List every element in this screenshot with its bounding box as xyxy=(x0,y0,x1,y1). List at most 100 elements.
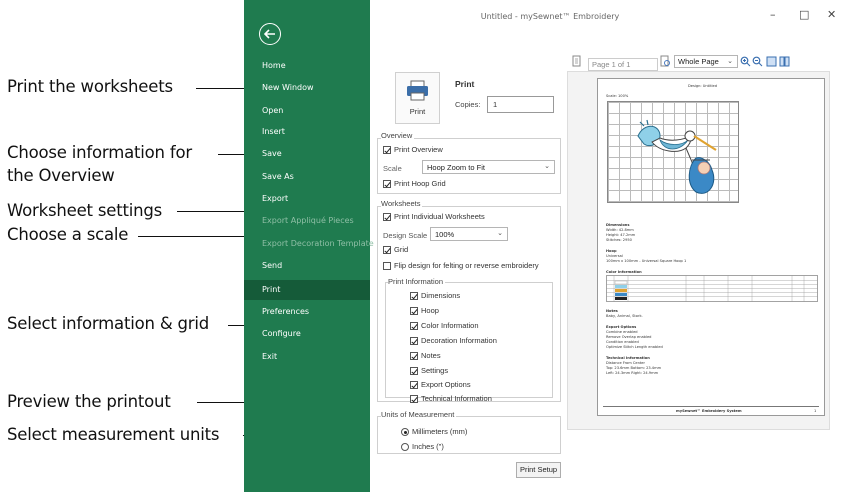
dimensions-checkbox[interactable] xyxy=(410,292,418,300)
callout-overview-info-1: Choose information for xyxy=(7,143,192,162)
technical-information-checkbox[interactable] xyxy=(410,395,418,403)
preview-notes: Baby, Animal, Stork. xyxy=(606,314,643,318)
callout-select-info-grid: Select information & grid xyxy=(7,314,210,333)
print-individual-worksheets-label: Print Individual Worksheets xyxy=(394,212,485,221)
print-hoop-grid-label: Print Hoop Grid xyxy=(394,179,446,188)
preview-hoop-type: Universal xyxy=(606,254,623,258)
callout-choose-scale: Choose a scale xyxy=(7,225,129,244)
print-hoop-grid-checkbox[interactable] xyxy=(383,180,391,188)
preview-export-heading: Export Options xyxy=(606,325,637,329)
one-page-icon[interactable] xyxy=(766,56,777,67)
preview-tech-line: Distance From Center xyxy=(606,361,645,365)
zoom-value: Whole Page xyxy=(678,57,719,66)
page-number-field[interactable]: Page 1 of 1 xyxy=(588,58,658,71)
stork-design-image xyxy=(637,119,717,194)
inches-label: Inches (") xyxy=(412,442,444,451)
menu-item-export-decoration: Export Decoration Template xyxy=(262,239,374,248)
print-individual-worksheets-checkbox[interactable] xyxy=(383,213,391,221)
preview-footer: mySewnet™ Embroidery System xyxy=(676,409,742,413)
copies-label: Copies: xyxy=(455,100,481,109)
chevron-down-icon: ⌄ xyxy=(727,58,733,65)
chevron-down-icon: ⌄ xyxy=(544,163,550,170)
preview-height: Height: 47.2mm xyxy=(606,233,636,237)
overview-scale-value: Hoop Zoom to Fit xyxy=(427,163,485,172)
callout-print-worksheets: Print the worksheets xyxy=(7,77,173,96)
overview-scale-select[interactable]: Hoop Zoom to Fit ⌄ xyxy=(422,160,555,174)
preview-tech-heading: Technical Information xyxy=(606,356,650,360)
chevron-down-icon: ⌄ xyxy=(497,230,503,237)
print-overview-checkbox[interactable] xyxy=(383,146,391,154)
preview-export-line: Remove Overlap enabled xyxy=(606,335,652,339)
maximize-button[interactable]: □ xyxy=(799,8,809,21)
flip-design-label: Flip design for felting or reverse embro… xyxy=(394,261,539,270)
back-button[interactable] xyxy=(259,23,281,45)
color-information-checkbox[interactable] xyxy=(410,322,418,330)
close-button[interactable]: ✕ xyxy=(827,8,836,21)
callout-select-units: Select measurement units xyxy=(7,425,220,444)
two-pages-icon[interactable] xyxy=(779,56,790,67)
print-preview-icon[interactable] xyxy=(659,55,671,67)
decoration-information-checkbox[interactable] xyxy=(410,337,418,345)
preview-color-heading: Color Information xyxy=(606,270,642,274)
decoration-information-label: Decoration Information xyxy=(421,336,497,345)
menu-item-open[interactable]: Open xyxy=(262,106,283,115)
print-heading: Print xyxy=(455,79,475,89)
print-button-label: Print xyxy=(409,107,426,116)
preview-tech-line: Left: 24.3mm Right: 24.9mm xyxy=(606,371,659,375)
color-information-label: Color Information xyxy=(421,321,479,330)
zoom-select[interactable]: Whole Page ⌄ xyxy=(674,55,738,68)
hoop-checkbox[interactable] xyxy=(410,307,418,315)
notes-label: Notes xyxy=(421,351,441,360)
design-scale-value: 100% xyxy=(435,230,455,239)
preview-page-number: 1 xyxy=(814,409,817,413)
overview-group-title: Overview xyxy=(381,131,415,140)
callout-overview-info-2: the Overview xyxy=(7,166,115,185)
back-arrow-icon xyxy=(263,29,275,39)
millimeters-label: Millimeters (mm) xyxy=(412,427,468,436)
callout-preview-printout: Preview the printout xyxy=(7,392,171,411)
design-scale-label: Design Scale xyxy=(383,231,428,240)
menu-item-insert[interactable]: Insert xyxy=(262,127,285,136)
menu-item-save[interactable]: Save xyxy=(262,149,282,158)
worksheets-group-title: Worksheets xyxy=(381,199,423,208)
export-options-checkbox[interactable] xyxy=(410,381,418,389)
minimize-button[interactable]: – xyxy=(770,8,776,21)
preview-export-line: Combine enabled xyxy=(606,330,638,334)
menu-item-save-as[interactable]: Save As xyxy=(262,172,294,181)
scale-label: Scale xyxy=(383,164,402,173)
grid-checkbox[interactable] xyxy=(383,246,391,254)
preview-notes-heading: Notes xyxy=(606,309,618,313)
preview-export-line: Condition enabled xyxy=(606,340,639,344)
menu-item-send[interactable]: Send xyxy=(262,261,282,270)
menu-item-home[interactable]: Home xyxy=(262,61,286,70)
menu-item-print[interactable]: Print xyxy=(262,285,280,294)
preview-dimensions-heading: Dimensions xyxy=(606,223,630,227)
preview-export-line: Optimize Stitch Length enabled xyxy=(606,345,663,349)
menu-item-new-window[interactable]: New Window xyxy=(262,83,314,92)
print-setup-button[interactable]: Print Setup xyxy=(516,462,561,478)
print-information-title: Print Information xyxy=(388,277,446,286)
menu-item-export[interactable]: Export xyxy=(262,194,288,203)
copies-input[interactable]: 1 xyxy=(487,96,554,113)
preview-footer-rule xyxy=(603,406,819,407)
technical-information-label: Technical Information xyxy=(421,394,492,403)
zoom-in-icon[interactable] xyxy=(740,56,751,67)
menu-item-configure[interactable]: Configure xyxy=(262,329,301,338)
inches-radio[interactable] xyxy=(401,443,409,451)
dimensions-label: Dimensions xyxy=(421,291,461,300)
menu-item-preferences[interactable]: Preferences xyxy=(262,307,309,316)
window-title: Untitled - mySewnet™ Embroidery xyxy=(480,12,620,21)
menu-item-exit[interactable]: Exit xyxy=(262,352,277,361)
grid-label: Grid xyxy=(394,245,409,254)
page-setup-icon[interactable] xyxy=(571,55,583,67)
notes-checkbox[interactable] xyxy=(410,352,418,360)
design-scale-select[interactable]: 100% ⌄ xyxy=(430,227,508,241)
zoom-out-icon[interactable] xyxy=(752,56,763,67)
flip-design-checkbox[interactable] xyxy=(383,262,391,270)
settings-checkbox[interactable] xyxy=(410,367,418,375)
preview-hoop-heading: Hoop xyxy=(606,249,617,253)
preview-stitches: Stitches: 2950 xyxy=(606,238,632,242)
export-options-label: Export Options xyxy=(421,380,471,389)
millimeters-radio[interactable] xyxy=(401,428,409,436)
print-button[interactable]: Print xyxy=(395,72,440,124)
